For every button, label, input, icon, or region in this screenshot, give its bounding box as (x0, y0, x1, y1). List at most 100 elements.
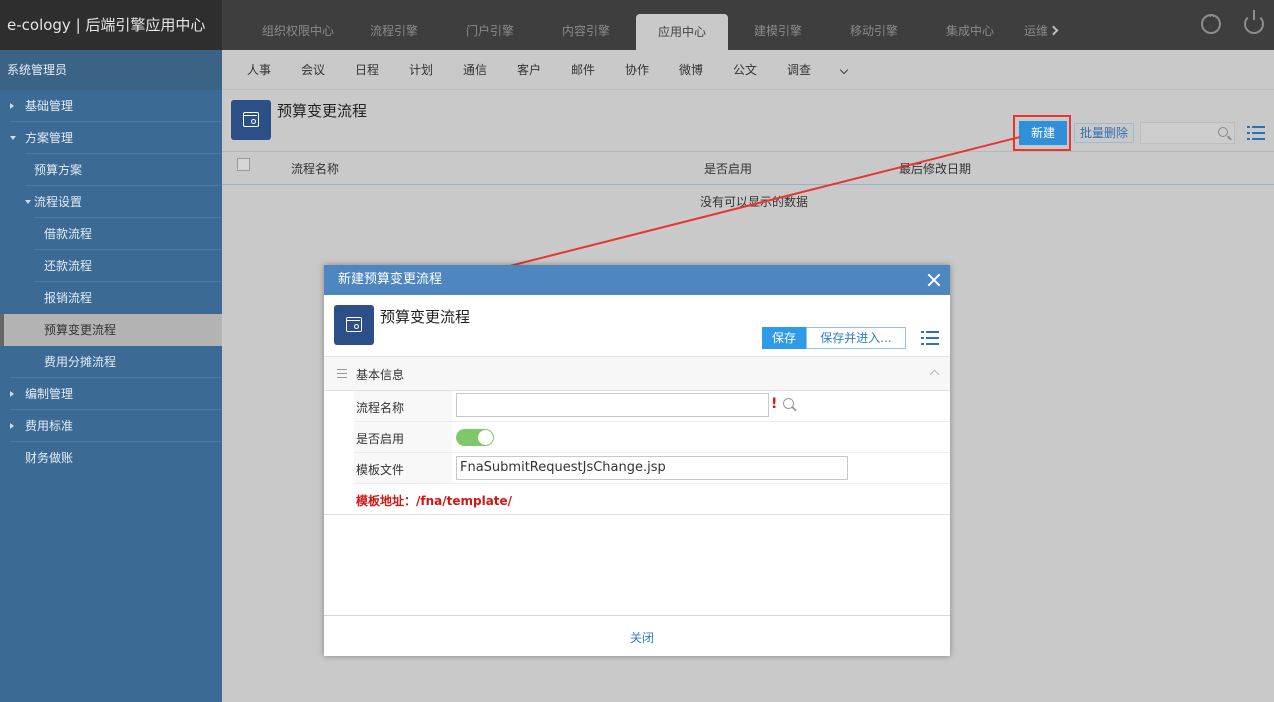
new-workflow-dialog: 新建预算变更流程 预算变更流程 保存 保存并进入... 基本信息 流程名称 ! … (324, 265, 950, 656)
sidebar-item-scheme-mgmt[interactable]: 方案管理 (0, 122, 222, 154)
sidebar-item-repayment-workflow[interactable]: 还款流程 (0, 250, 222, 282)
sidebar: 系统管理员 基础管理 方案管理 预算方案 流程设置 借款流程 还款流程 报销流程… (0, 50, 222, 702)
sidebar-item-label: 借款流程 (44, 227, 93, 241)
caret-right-icon (10, 423, 14, 429)
dialog-titlebar-text: 新建预算变更流程 (338, 272, 443, 287)
sidebar-item-label: 预算方案 (34, 163, 83, 177)
subnav-plan[interactable]: 计划 (409, 50, 463, 89)
subnav-weibo[interactable]: 微博 (679, 50, 733, 89)
sidebar-item-accounting[interactable]: 财务做账 (0, 442, 222, 474)
tab-mobile-engine[interactable]: 移动引擎 (826, 0, 922, 50)
save-and-enter-button[interactable]: 保存并进入... (806, 327, 906, 349)
caret-right-icon (10, 391, 14, 397)
template-path-note: 模板地址：/fna/template/ (356, 494, 513, 508)
workflow-name-label: 流程名称 (356, 401, 405, 415)
sidebar-item-label: 基础管理 (25, 99, 74, 113)
new-button[interactable]: 新建 (1019, 121, 1067, 145)
caret-right-icon (10, 103, 14, 109)
wallet-icon (231, 100, 271, 140)
sidebar-item-reimbursement-workflow[interactable]: 报销流程 (0, 282, 222, 314)
list-line (926, 343, 939, 345)
list-view-icon[interactable] (921, 331, 939, 345)
sidebar-item-cost-standard[interactable]: 费用标准 (0, 410, 222, 442)
form-row-enabled (354, 422, 950, 453)
list-line (1252, 132, 1265, 134)
list-view-icon[interactable] (1247, 126, 1265, 140)
list-line (926, 331, 939, 333)
sidebar-item-budget-scheme[interactable]: 预算方案 (0, 154, 222, 186)
divider (324, 514, 950, 515)
subnav-survey[interactable]: 调查 (787, 50, 841, 89)
list-bullet (921, 343, 924, 345)
sidebar-item-label: 财务做账 (25, 451, 74, 465)
tab-content-engine[interactable]: 内容引擎 (538, 0, 634, 50)
list-bullet (921, 337, 924, 339)
enabled-toggle[interactable] (456, 429, 494, 446)
close-button[interactable]: 关闭 (630, 629, 654, 646)
wallet-glyph (346, 317, 362, 332)
template-file-label: 模板文件 (356, 463, 405, 477)
more-dots-icon[interactable] (1201, 10, 1221, 34)
empty-message: 没有可以显示的数据 (700, 195, 809, 209)
tab-org-permission[interactable]: 组织权限中心 (222, 0, 346, 50)
subnav-hr[interactable]: 人事 (247, 50, 301, 89)
column-header-modified[interactable]: 最后修改日期 (899, 160, 971, 177)
tab-workflow-engine[interactable]: 流程引擎 (346, 0, 442, 50)
page-title: 预算变更流程 (277, 102, 368, 120)
sidebar-item-budget-change-workflow[interactable]: 预算变更流程 (0, 314, 222, 346)
column-header-name[interactable]: 流程名称 (291, 160, 339, 177)
power-icon[interactable] (1244, 10, 1264, 34)
subnav-more[interactable] (839, 50, 861, 89)
sidebar-item-cost-allocation-workflow[interactable]: 费用分摊流程 (0, 346, 222, 378)
sidebar-header: 系统管理员 (0, 50, 222, 90)
sidebar-item-label: 流程设置 (34, 195, 83, 209)
tab-integration-center[interactable]: 集成中心 (922, 0, 1018, 50)
sidebar-item-basic-mgmt[interactable]: 基础管理 (0, 90, 222, 122)
column-header-enabled[interactable]: 是否启用 (704, 160, 752, 177)
list-bullet (1247, 126, 1250, 128)
sub-nav: 人事 会议 日程 计划 通信 客户 邮件 协作 微博 公文 调查 (222, 50, 1274, 90)
sidebar-item-label: 费用标准 (25, 419, 74, 433)
tab-modeling-engine[interactable]: 建模引擎 (730, 0, 826, 50)
app-brand: e-cology | 后端引擎应用中心 (0, 0, 222, 50)
wallet-icon (334, 305, 374, 345)
subnav-collaboration[interactable]: 协作 (625, 50, 679, 89)
search-input[interactable] (1140, 122, 1235, 144)
enabled-label: 是否启用 (356, 432, 405, 446)
chevron-down-icon (839, 65, 849, 75)
sidebar-item-label: 编制管理 (25, 387, 74, 401)
sidebar-item-loan-workflow[interactable]: 借款流程 (0, 218, 222, 250)
subnav-document[interactable]: 公文 (733, 50, 787, 89)
sidebar-item-label: 预算变更流程 (44, 323, 117, 337)
select-all-checkbox[interactable] (237, 158, 250, 171)
tab-portal-engine[interactable]: 门户引擎 (442, 0, 538, 50)
subnav-communication[interactable]: 通信 (463, 50, 517, 89)
sidebar-item-label: 报销流程 (44, 291, 93, 305)
caret-down-icon (25, 200, 31, 204)
sidebar-item-workflow-settings[interactable]: 流程设置 (0, 186, 222, 218)
list-bullet (921, 331, 924, 333)
section-title: 基本信息 (356, 368, 405, 382)
dialog-titlebar: 新建预算变更流程 (324, 265, 950, 295)
list-line (1252, 138, 1265, 140)
subnav-schedule[interactable]: 日程 (355, 50, 409, 89)
tab-ops-more[interactable]: 运维 (1018, 0, 1078, 50)
subnav-mail[interactable]: 邮件 (571, 50, 625, 89)
list-bullet (1247, 138, 1250, 140)
close-icon[interactable] (926, 272, 942, 288)
search-icon[interactable] (1218, 127, 1228, 137)
search-icon[interactable] (783, 398, 794, 409)
subnav-customer[interactable]: 客户 (517, 50, 571, 89)
save-button[interactable]: 保存 (762, 327, 806, 349)
top-bar: e-cology | 后端引擎应用中心 组织权限中心 流程引擎 门户引擎 内容引… (0, 0, 1274, 50)
sidebar-item-compile-mgmt[interactable]: 编制管理 (0, 378, 222, 410)
workflow-name-field[interactable] (456, 393, 769, 417)
batch-delete-button[interactable]: 批量删除 (1074, 123, 1134, 143)
template-file-field[interactable]: FnaSubmitRequestJsChange.jsp (456, 456, 848, 480)
list-line (926, 337, 939, 339)
list-line (1252, 126, 1265, 128)
section-header[interactable] (324, 357, 950, 391)
dialog-title: 预算变更流程 (380, 308, 471, 326)
subnav-meeting[interactable]: 会议 (301, 50, 355, 89)
tab-app-center[interactable]: 应用中心 (636, 14, 728, 50)
